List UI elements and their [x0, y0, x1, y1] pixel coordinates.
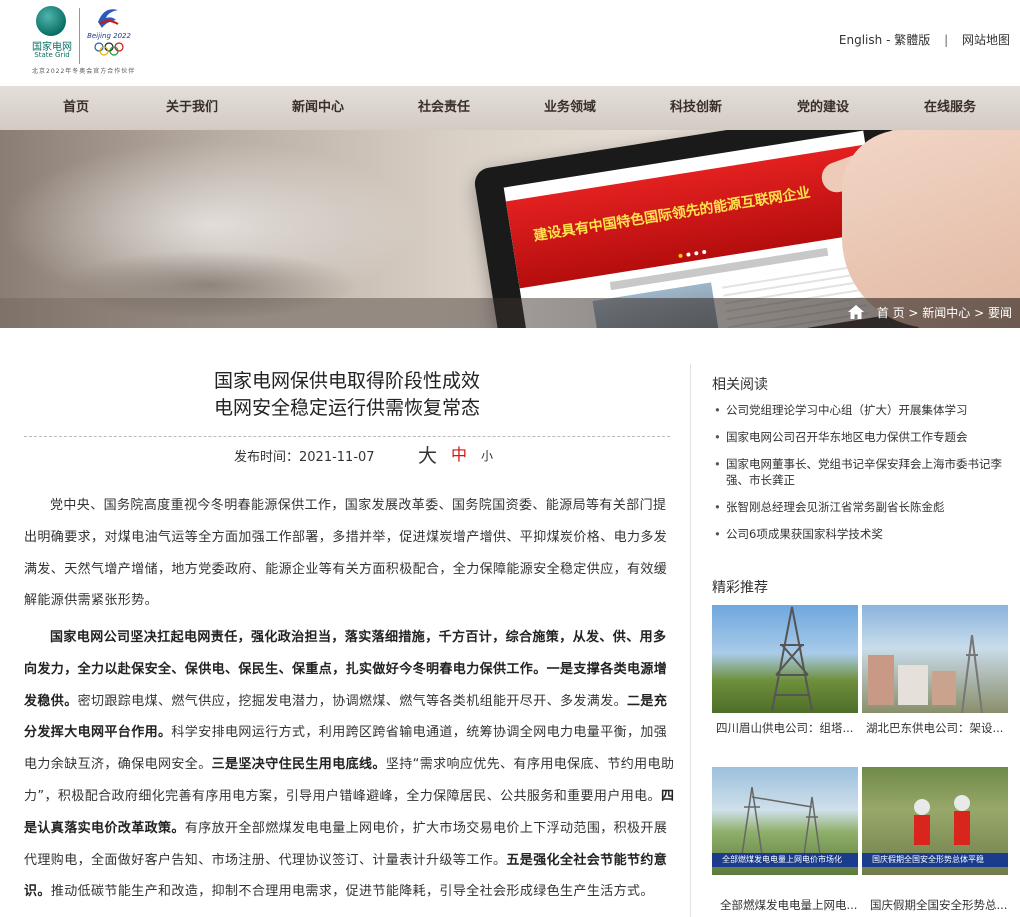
- article-title-line1: 国家电网保供电取得阶段性成效: [213, 370, 480, 392]
- home-icon[interactable]: [847, 304, 865, 320]
- sgcc-logo-en: State Grid: [34, 51, 70, 59]
- font-size-medium-button[interactable]: 中: [451, 441, 467, 465]
- beijing-2022-logo: Beijing 2022: [86, 4, 132, 62]
- nav-item-online-service[interactable]: 在线服务: [910, 86, 990, 130]
- english-link[interactable]: English: [839, 33, 882, 47]
- nav-item-about[interactable]: 关于我们: [152, 86, 232, 130]
- article-title-line2: 电网安全稳定运行供需恢复常态: [213, 397, 480, 419]
- publish-info: 发布时间：2021-11-07: [234, 446, 375, 465]
- nav-item-party[interactable]: 党的建设: [783, 86, 863, 130]
- publish-date: 2021-11-07: [299, 450, 375, 465]
- town-scene-icon: [868, 635, 983, 713]
- globe-icon: [36, 6, 66, 36]
- breadcrumb-home[interactable]: 首 页: [877, 306, 905, 320]
- featured-thumb-3[interactable]: 全部燃煤发电电量上网电价市场化: [712, 767, 858, 875]
- breadcrumb-news[interactable]: 新闻中心: [922, 306, 970, 320]
- nav-item-responsibility[interactable]: 社会责任: [404, 86, 484, 130]
- featured-caption-1[interactable]: 四川眉山供电公司：组塔...: [716, 720, 862, 736]
- related-item[interactable]: 国家电网公司召开华东地区电力保供工作专题会: [712, 429, 1012, 445]
- olympic-rings-icon: [94, 42, 124, 56]
- sidebar-divider: [690, 364, 691, 917]
- news-strip: 全部燃煤发电电量上网电价市场化: [712, 853, 858, 867]
- related-item[interactable]: 公司党组理论学习中心组（扩大）开展集体学习: [712, 402, 1012, 418]
- featured-caption-2[interactable]: 湖北巴东供电公司：架设...: [866, 720, 1012, 736]
- nav-item-news[interactable]: 新闻中心: [278, 86, 358, 130]
- news-strip: 国庆假期全国安全形势总体平稳: [862, 853, 1008, 867]
- lang-dash: -: [886, 33, 891, 47]
- breadcrumb-current[interactable]: 要闻: [988, 306, 1012, 320]
- breadcrumb-separator: >: [970, 306, 988, 320]
- key-point: 三是坚决守住民生用电底线。: [211, 757, 386, 773]
- partner-caption: 北京2022年冬奥会官方合作伙伴: [32, 68, 136, 75]
- power-line-icon: [741, 786, 821, 856]
- featured-thumb-2[interactable]: [862, 605, 1008, 713]
- workers-scene-icon: [914, 795, 970, 845]
- nav-item-home[interactable]: 首页: [36, 86, 116, 130]
- related-item[interactable]: 公司6项成果获国家科学技术奖: [712, 526, 1012, 542]
- top-links: English - 繁體版 | 网站地图: [839, 31, 1010, 48]
- font-size-large-button[interactable]: 大: [418, 441, 437, 468]
- featured-caption-3[interactable]: 全部燃煤发电电量上网电...: [720, 897, 866, 913]
- sitemap-link[interactable]: 网站地图: [962, 33, 1010, 47]
- traditional-link[interactable]: 繁體版: [894, 33, 930, 47]
- sgcc-logo[interactable]: 国家电网 State Grid: [30, 6, 74, 62]
- article-paragraph-2: 国家电网公司坚决扛起电网责任，强化政治担当，落实落细措施，千方百计，综合施策，从…: [24, 622, 676, 908]
- related-item[interactable]: 国家电网董事长、党组书记辛保安拜会上海市委书记李强、市长龚正: [712, 456, 1012, 488]
- nav-item-business[interactable]: 业务领域: [530, 86, 610, 130]
- featured-thumb-1[interactable]: [712, 605, 858, 713]
- related-item[interactable]: 张智刚总经理会见浙江省常务副省长陈金彪: [712, 499, 1012, 515]
- related-reading-list: 公司党组理论学习中心组（扩大）开展集体学习 国家电网公司召开华东地区电力保供工作…: [712, 402, 1012, 553]
- featured-thumb-4[interactable]: 国庆假期全国安全形势总体平稳: [862, 767, 1008, 875]
- nav-item-innovation[interactable]: 科技创新: [656, 86, 736, 130]
- related-reading-heading: 相关阅读: [712, 377, 768, 393]
- breadcrumb-separator: >: [904, 306, 923, 320]
- featured-caption-4[interactable]: 国庆假期全国安全形势总...: [870, 897, 1016, 913]
- site-header: 国家电网 State Grid Beijing 2022 北京2022年冬奥会官…: [0, 0, 1020, 86]
- publish-label: 发布时间：: [234, 450, 300, 465]
- beijing-2022-text: Beijing 2022: [87, 32, 131, 40]
- main-nav: 首页 关于我们 新闻中心 社会责任 业务领域 科技创新 党的建设 在线服务: [0, 86, 1020, 130]
- link-separator: |: [944, 33, 949, 47]
- font-size-small-button[interactable]: 小: [481, 447, 493, 464]
- breadcrumb: 首 页 > 新闻中心 > 要闻: [847, 298, 1012, 328]
- title-divider: [24, 436, 670, 437]
- point-detail: 密切跟踪电煤、燃气供应，挖掘发电潜力，协调燃煤、燃气等各类机组能开尽开、多发满发…: [77, 693, 628, 709]
- transmission-tower-icon: [771, 606, 813, 712]
- article-paragraph-1: 党中央、国务院高度重视今冬明春能源保供工作，国家发展改革委、国务院国资委、能源局…: [24, 498, 668, 609]
- logo-divider: [79, 8, 80, 64]
- beijing-emblem-icon: [98, 9, 119, 28]
- point-detail: 推动低碳节能生产和改造，抑制不合理用电需求，促进节能降耗，引导全社会形成绿色生产…: [50, 884, 654, 900]
- featured-heading: 精彩推荐: [712, 580, 768, 596]
